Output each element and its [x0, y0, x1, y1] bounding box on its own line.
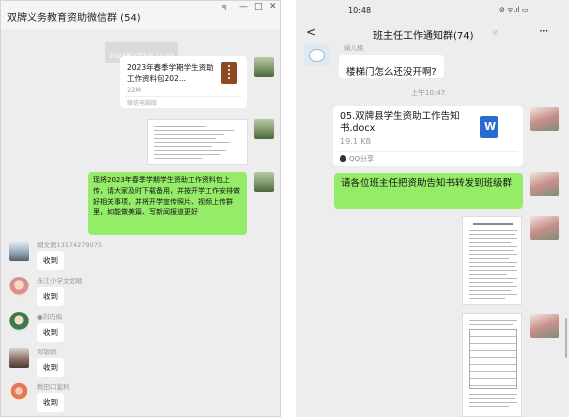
close-icon[interactable]: ✕ [269, 2, 277, 12]
notice-text: 请各位班主任把资助告知书转发到班级群 [341, 178, 513, 189]
group-title: 班主任工作通知群(74) [373, 31, 474, 42]
status-icons: ⊘ ᯤ.ıl ▭ [499, 6, 529, 14]
minimize-icon[interactable]: — [239, 2, 248, 12]
member-avatar[interactable] [9, 277, 29, 297]
word-file-icon: W [480, 116, 498, 138]
member-name: ●刘巧梅 [37, 313, 63, 321]
member-avatar[interactable] [9, 312, 29, 332]
member-avatar[interactable] [9, 348, 29, 368]
self-avatar[interactable] [530, 216, 559, 240]
reply-bubble[interactable]: 收到 [37, 393, 64, 412]
archive-icon [221, 62, 237, 84]
member-name: 教田口鉴利 [37, 383, 70, 391]
question-text: 楼梯门怎么还没开啊? [346, 67, 437, 78]
member-avatar[interactable] [9, 382, 29, 402]
reply-bubble[interactable]: 收到 [37, 287, 64, 306]
self-avatar[interactable] [530, 107, 559, 131]
file-name: 2023年春季学期学生资助工作资料包202... [127, 63, 214, 83]
status-bar: 10:48 ⊘ ᯤ.ıl ▭ [296, 0, 569, 20]
chat-header: < 班主任工作通知群(74) ⊘ ··· [296, 20, 569, 44]
reply-bubble[interactable]: 收到 [37, 323, 64, 342]
member-name: 永江小学文如敏 [37, 277, 83, 285]
file-size: 19.1 KB [340, 137, 372, 146]
maximize-icon[interactable]: □ [254, 2, 263, 12]
self-avatar[interactable] [254, 172, 274, 192]
file-source: 微信电脑版 [127, 100, 158, 107]
member-name: 胡文君13174279075 [37, 241, 102, 249]
left-chat-window: 双牌义务教育资助微信群 (54) ꟼ — □ ✕ 2023年2月3日 11:03… [0, 0, 281, 417]
pin-icon[interactable]: ꟼ [222, 4, 226, 12]
screenshot-thumbnail[interactable] [147, 119, 248, 165]
qq-icon [340, 155, 346, 162]
sender-avatar[interactable] [304, 44, 330, 66]
self-avatar[interactable] [530, 172, 559, 196]
self-avatar[interactable] [530, 314, 559, 338]
reply-bubble[interactable]: 收到 [37, 251, 64, 270]
member-avatar[interactable] [9, 241, 29, 261]
announcement-bubble[interactable]: 现将2023年春季学期学生资助工作资料包上传，请大家及时下载备用，并按开学工作安… [88, 172, 247, 235]
file-card[interactable]: 2023年春季学期学生资助工作资料包202... 22M 微信电脑版 [120, 56, 247, 108]
file-source: QQ分享 [349, 155, 375, 163]
scrollbar[interactable] [565, 318, 567, 358]
file-name: 05.双牌县学生资助工作告知书.docx [340, 111, 460, 134]
status-time: 10:48 [348, 6, 372, 15]
file-size: 22M [127, 86, 141, 94]
sender-name: 娟儿桃 [344, 44, 364, 52]
self-avatar[interactable] [254, 119, 274, 139]
time-label: 上午10:47 [411, 89, 446, 97]
left-header: 双牌义务教育资助微信群 (54) ꟼ — □ ✕ [1, 1, 280, 29]
word-icon-letter: W [484, 120, 497, 133]
document-image[interactable] [462, 216, 522, 305]
notice-bubble[interactable]: 请各位班主任把资助告知书转发到班级群 [334, 173, 523, 209]
group-title: 双牌义务教育资助微信群 (54) [7, 13, 141, 24]
document-table [469, 329, 517, 389]
reply-bubble[interactable]: 收到 [37, 358, 64, 377]
file-card[interactable]: 05.双牌县学生资助工作告知书.docx W 19.1 KB QQ分享 [333, 106, 523, 166]
right-chat-window: 10:48 ⊘ ᯤ.ıl ▭ < 班主任工作通知群(74) ⊘ ··· 娟儿桃 … [296, 0, 569, 417]
member-name: 邓银娇 [37, 348, 57, 356]
more-button[interactable]: ··· [539, 24, 549, 38]
question-bubble[interactable]: 楼梯门怎么还没开啊? [339, 55, 444, 78]
back-button[interactable]: < [306, 25, 316, 39]
document-image[interactable] [462, 313, 522, 417]
announcement-text: 现将2023年春季学期学生资助工作资料包上传，请大家及时下载备用，并按开学工作安… [93, 176, 240, 217]
mute-icon: ⊘ [492, 28, 499, 37]
self-avatar[interactable] [254, 57, 274, 77]
